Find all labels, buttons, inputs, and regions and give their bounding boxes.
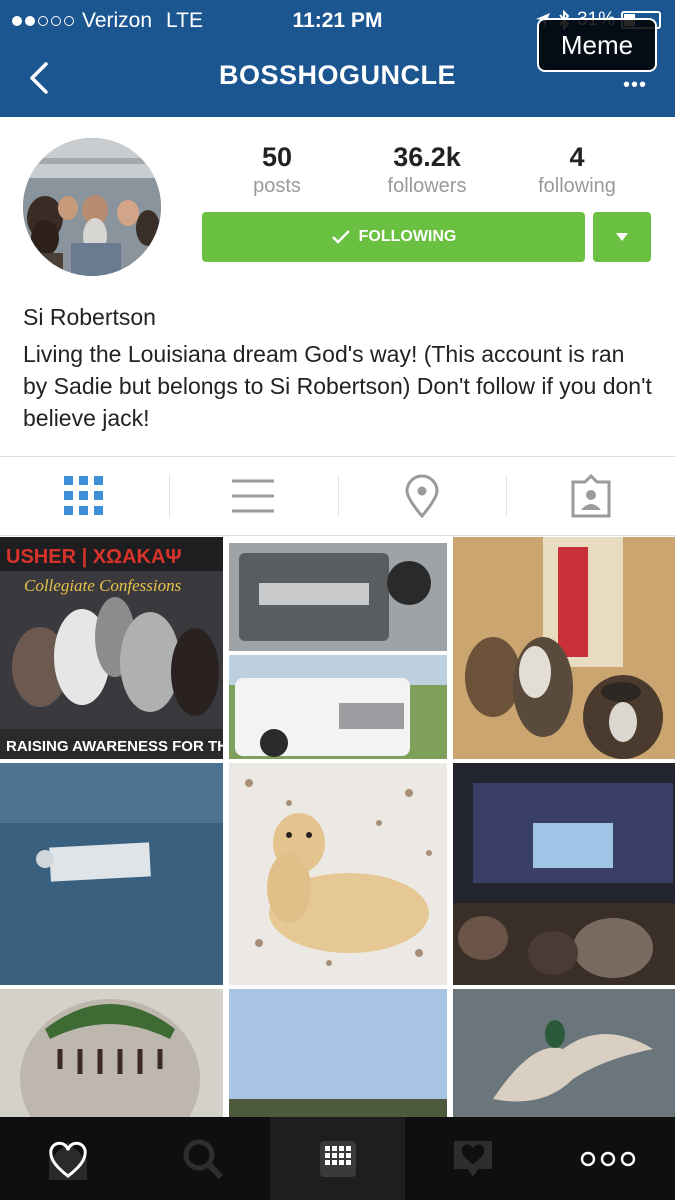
- list-icon: [232, 479, 275, 513]
- profile-stats: 50 posts 36.2k followers 4 following: [202, 142, 652, 198]
- photo-tile[interactable]: [453, 763, 675, 985]
- nav-camera[interactable]: [270, 1117, 405, 1200]
- followers-count: 36.2k: [393, 142, 461, 172]
- nav-profile[interactable]: [540, 1117, 675, 1200]
- photo-tile[interactable]: [0, 989, 223, 1117]
- bottom-nav: [0, 1117, 675, 1200]
- following-button-label: FOLLOWING: [358, 228, 457, 245]
- activity-heart-icon: [453, 1140, 492, 1177]
- following-button[interactable]: FOLLOWING: [202, 212, 585, 262]
- display-name: Si Robertson: [23, 304, 156, 330]
- posts-stat[interactable]: 50 posts: [202, 142, 352, 198]
- nav-activity[interactable]: [405, 1117, 540, 1200]
- photo-tile[interactable]: [229, 763, 447, 985]
- more-dots-icon: [580, 1151, 635, 1166]
- posts-count: 50: [261, 142, 293, 172]
- grid-icon: [64, 476, 104, 515]
- home-icon: [48, 1141, 87, 1180]
- following-label: following: [538, 175, 616, 197]
- photo-footer-text: RAISING AWARENESS FOR THE: [6, 738, 223, 755]
- following-count: 4: [569, 142, 585, 172]
- photo-subtitle-text: Collegiate Confessions: [24, 576, 182, 595]
- location-pin-icon: [405, 474, 439, 518]
- profile-view-tabs: [0, 456, 675, 536]
- caret-down-icon: [616, 233, 628, 241]
- posts-label: posts: [253, 175, 301, 197]
- photo-headline-text: USHER | ΧΩΑΚΑΨ: [6, 546, 182, 568]
- photo-tile[interactable]: [229, 543, 447, 759]
- photo-tile[interactable]: [453, 989, 675, 1117]
- tagged-person-icon: [571, 474, 611, 518]
- suggested-dropdown-button[interactable]: [593, 212, 651, 262]
- tab-tagged[interactable]: [506, 457, 675, 535]
- meme-badge: Meme: [537, 18, 657, 72]
- followers-stat[interactable]: 36.2k followers: [352, 142, 502, 198]
- photo-tile[interactable]: [229, 989, 447, 1117]
- nav-home[interactable]: [0, 1117, 135, 1200]
- following-stat[interactable]: 4 following: [502, 142, 652, 198]
- checkmark-icon: [331, 230, 350, 244]
- header-bar: Verizon LTE 11:21 PM 31% BOSSHOGUNCLE ••…: [0, 0, 675, 117]
- avatar[interactable]: [23, 138, 161, 276]
- tab-grid[interactable]: [0, 457, 169, 535]
- camera-grid-icon: [319, 1140, 356, 1177]
- nav-search[interactable]: [135, 1117, 270, 1200]
- photo-tile[interactable]: [453, 537, 675, 759]
- search-icon: [183, 1139, 223, 1179]
- profile-bio: Living the Louisiana dream God's way! (T…: [23, 341, 652, 431]
- photo-tile[interactable]: USHER | ΧΩΑΚΑΨ Collegiate Confessions RA…: [0, 537, 223, 759]
- photo-grid: USHER | ΧΩΑΚΑΨ Collegiate Confessions RA…: [0, 537, 675, 1117]
- followers-label: followers: [387, 175, 467, 197]
- tab-list[interactable]: [168, 457, 338, 535]
- more-options-button[interactable]: •••: [623, 74, 647, 97]
- tab-places[interactable]: [337, 457, 507, 535]
- photo-tile[interactable]: [0, 763, 223, 985]
